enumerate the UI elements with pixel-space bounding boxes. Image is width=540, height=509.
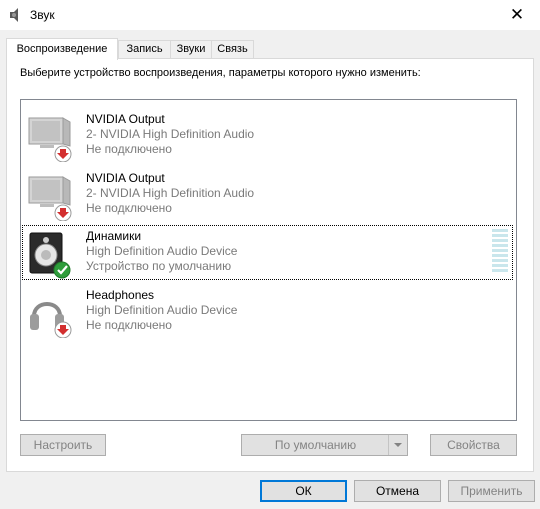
volume-level-meter bbox=[492, 229, 508, 273]
device-status: Не подключено bbox=[86, 201, 172, 215]
window-title: Звук bbox=[30, 8, 55, 22]
level-segment bbox=[492, 269, 508, 272]
device-item-headphones[interactable]: Headphones High Definition Audio Device … bbox=[22, 284, 513, 339]
device-name: Динамики bbox=[86, 229, 142, 243]
device-description: 2- NVIDIA High Definition Audio bbox=[86, 127, 255, 141]
tab-communications[interactable]: Связь bbox=[211, 40, 254, 58]
device-description: 2- NVIDIA High Definition Audio bbox=[86, 186, 255, 200]
device-description: High Definition Audio Device bbox=[86, 303, 238, 317]
device-name: NVIDIA Output bbox=[86, 171, 165, 185]
set-default-dropdown[interactable] bbox=[388, 435, 407, 455]
device-list[interactable]: NVIDIA Output 2- NVIDIA High Definition … bbox=[20, 99, 517, 421]
device-status: Не подключено bbox=[86, 318, 172, 332]
device-item-speakers[interactable]: Динамики High Definition Audio Device Ус… bbox=[22, 225, 513, 280]
instruction-text: Выберите устройство воспроизведения, пар… bbox=[20, 67, 421, 79]
level-segment bbox=[492, 264, 508, 267]
configure-button[interactable]: Настроить bbox=[20, 434, 106, 456]
chevron-down-icon bbox=[394, 443, 402, 447]
close-icon: ✕ bbox=[509, 5, 525, 24]
speaker-app-icon bbox=[10, 8, 18, 22]
device-name: Headphones bbox=[86, 288, 155, 302]
device-status: Устройство по умолчанию bbox=[86, 259, 232, 273]
monitor-icon bbox=[28, 176, 72, 221]
set-default-label: По умолчанию bbox=[274, 438, 357, 452]
apply-button[interactable]: Применить bbox=[448, 480, 535, 502]
tab-playback[interactable]: Воспроизведение bbox=[6, 38, 118, 60]
playback-panel: Выберите устройство воспроизведения, пар… bbox=[6, 58, 534, 472]
device-status: Не подключено bbox=[86, 142, 172, 156]
level-segment bbox=[492, 244, 508, 247]
title-bar: Звук ✕ bbox=[0, 0, 540, 30]
device-description: High Definition Audio Device bbox=[86, 244, 238, 258]
default-check-icon bbox=[53, 261, 71, 279]
cancel-button[interactable]: Отмена bbox=[354, 480, 441, 502]
level-segment bbox=[492, 259, 508, 262]
properties-button[interactable]: Свойства bbox=[430, 434, 517, 456]
close-button[interactable]: ✕ bbox=[494, 0, 540, 30]
monitor-icon bbox=[28, 117, 72, 162]
tab-sounds[interactable]: Звуки bbox=[170, 40, 212, 58]
level-segment bbox=[492, 229, 508, 232]
set-default-button[interactable]: По умолчанию bbox=[241, 434, 408, 456]
device-name: NVIDIA Output bbox=[86, 112, 165, 126]
device-item-nvidia-1[interactable]: NVIDIA Output 2- NVIDIA High Definition … bbox=[22, 108, 513, 163]
level-segment bbox=[492, 249, 508, 252]
level-segment bbox=[492, 239, 508, 242]
speaker-icon bbox=[29, 232, 71, 279]
headphones-icon bbox=[30, 302, 72, 338]
level-segment bbox=[492, 234, 508, 237]
device-item-nvidia-2[interactable]: NVIDIA Output 2- NVIDIA High Definition … bbox=[22, 167, 513, 222]
level-segment bbox=[492, 254, 508, 257]
ok-button[interactable]: ОК bbox=[260, 480, 347, 502]
tab-recording[interactable]: Запись bbox=[118, 40, 171, 58]
